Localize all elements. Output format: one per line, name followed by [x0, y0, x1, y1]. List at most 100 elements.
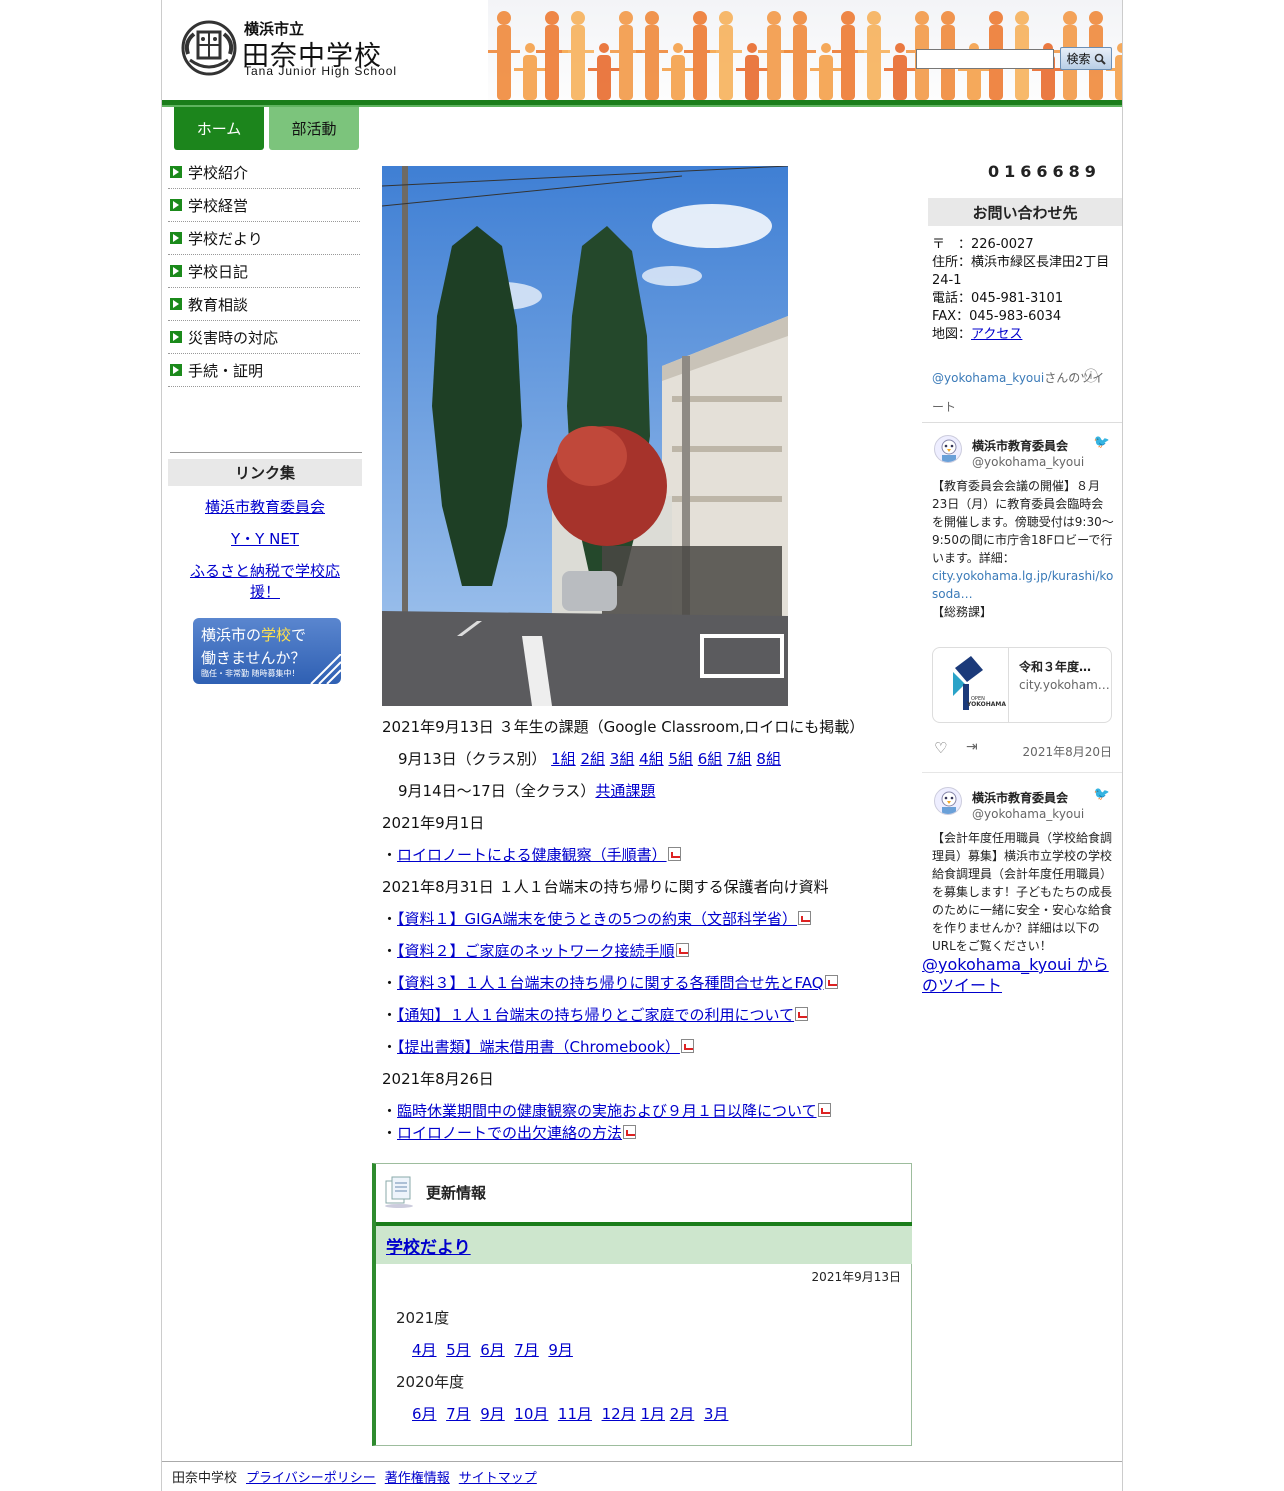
class-link-5[interactable]: 5組: [668, 750, 693, 768]
tweet-author[interactable]: 横浜市教育委員会: [972, 437, 1068, 454]
person-silhouette: [488, 11, 520, 100]
sidebar-item-label: 学校紹介: [188, 163, 249, 182]
months-2021: 4月 5月 6月 7月 9月: [412, 1340, 573, 1360]
doc-link-health-check[interactable]: ロイロノートによる健康観察（手順書）: [397, 846, 667, 864]
person-silhouette: [758, 11, 790, 100]
month-link[interactable]: 12月: [602, 1405, 636, 1423]
month-link[interactable]: 7月: [514, 1341, 539, 1359]
person-silhouette: [684, 11, 716, 100]
class-link-8[interactable]: 8組: [756, 750, 781, 768]
twitter-timeline-heading[interactable]: @yokohama_kyouiさんのツイート ⓘ: [932, 362, 1112, 420]
doc-link-faq[interactable]: 【資料３】１人１台端末の持ち帰りに関する各種問合せ先とFAQ: [397, 974, 824, 992]
sidebar-item-school-intro[interactable]: 学校紹介: [168, 156, 360, 189]
month-link[interactable]: 6月: [412, 1405, 437, 1423]
month-link[interactable]: 9月: [548, 1341, 573, 1359]
avatar[interactable]: [934, 435, 962, 463]
class-link-6[interactable]: 6組: [698, 750, 723, 768]
doc-link-network[interactable]: 【資料２】ご家庭のネットワーク接続手順: [397, 942, 675, 960]
visitor-counter: 0166689: [988, 162, 1101, 181]
arrow-right-icon: [170, 331, 182, 343]
doc-link-closure[interactable]: 臨時休業期間中の健康観察の実施および９月１日以降について: [397, 1102, 817, 1120]
pdf-icon: [824, 975, 838, 989]
tab-club-activities[interactable]: 部活動: [269, 107, 359, 150]
tweet-text: 【会計年度任用職員（学校給食調理員）募集】横浜市立学校の学校給食調理員（会計年度…: [932, 831, 1113, 953]
class-link-2[interactable]: 2組: [580, 750, 605, 768]
tweet-handle[interactable]: @yokohama_kyoui: [972, 455, 1084, 469]
tweet-handle[interactable]: @yokohama_kyoui: [972, 807, 1084, 821]
stripe-decoration: [310, 654, 341, 684]
recruit-banner[interactable]: 横浜市の学校で 働きませんか？ 臨任・非常勤 随時募集中！: [193, 618, 341, 684]
class-link-4[interactable]: 4組: [639, 750, 664, 768]
person-silhouette: [610, 11, 642, 100]
month-link[interactable]: 7月: [446, 1405, 471, 1423]
tweet[interactable]: 横浜市教育委員会 @yokohama_kyoui 🐦 【会計年度任用職員（学校給…: [922, 775, 1122, 954]
date-heading: 2021年8月31日 １人１台端末の持ち帰りに関する保護者向け資料: [382, 878, 829, 896]
sidebar-item-label: 教育相談: [188, 295, 249, 314]
sidebar-item-procedures[interactable]: 手続・証明: [168, 354, 360, 387]
search-input[interactable]: [916, 49, 1054, 69]
search-button[interactable]: 検索: [1060, 47, 1112, 70]
link-furusato-tax[interactable]: ふるさと納税で学校応援！: [168, 561, 362, 603]
doc-link-attendance[interactable]: ロイロノートでの出欠連絡の方法: [397, 1124, 622, 1142]
doc-link-loan[interactable]: 【提出書類】端末借用書（Chromebook）: [397, 1038, 680, 1056]
class-assignments-line: 9月13日（クラス別） 1組 2組 3組 4組 5組 6組 7組 8組: [398, 750, 781, 768]
tweet-author[interactable]: 横浜市教育委員会: [972, 789, 1068, 806]
share-icon[interactable]: ⇥: [966, 739, 978, 755]
common-assignment-link[interactable]: 共通課題: [595, 782, 655, 800]
avatar[interactable]: [934, 787, 962, 815]
twitter-footer-link[interactable]: @yokohama_kyoui からのツイート: [922, 954, 1122, 996]
month-link[interactable]: 11月: [558, 1405, 592, 1423]
month-link[interactable]: 2月: [670, 1405, 695, 1423]
sidebar-item-label: 手続・証明: [188, 361, 264, 380]
heart-icon[interactable]: ♡: [934, 739, 947, 757]
footer-school-name: 田奈中学校: [172, 1471, 238, 1486]
access-link[interactable]: アクセス: [971, 327, 1022, 342]
month-link[interactable]: 1月: [640, 1405, 665, 1423]
update-title: 更新情報: [426, 1183, 487, 1202]
sidebar-item-counseling[interactable]: 教育相談: [168, 288, 360, 321]
month-link[interactable]: 5月: [446, 1341, 471, 1359]
page: 横浜市立 田奈中学校 Tana Junior High School 検索 ホー…: [161, 0, 1123, 1491]
person-silhouette: [784, 11, 816, 100]
newsletter-link[interactable]: 学校だより: [386, 1233, 471, 1258]
tweet-date[interactable]: 2021年8月20日: [1023, 743, 1112, 760]
month-link[interactable]: 3月: [704, 1405, 729, 1423]
twitter-handle: @yokohama_kyoui: [932, 371, 1045, 385]
school-logo[interactable]: 横浜市立 田奈中学校 Tana Junior High School: [180, 18, 400, 78]
sidebar-item-disaster[interactable]: 災害時の対応: [168, 321, 360, 354]
common-assignment-line: 9月14日～17日（全クラス）共通課題: [398, 782, 656, 800]
months-2020: 6月 7月 9月 10月 11月 12月 1月 2月 3月: [412, 1404, 728, 1424]
link-yokohama-board[interactable]: 横浜市教育委員会: [168, 497, 362, 518]
contact-map: 地図：アクセス: [932, 327, 1023, 342]
month-link[interactable]: 6月: [480, 1341, 505, 1359]
twitter-bird-icon[interactable]: 🐦: [1094, 435, 1110, 450]
doc-link-notice[interactable]: 【通知】１人１台端末の持ち帰りとご家庭での利用について: [397, 1006, 794, 1024]
tab-home[interactable]: ホーム: [174, 107, 264, 150]
copyright-link[interactable]: 著作権情報: [385, 1467, 450, 1486]
class-link-3[interactable]: 3組: [610, 750, 635, 768]
doc-link-giga-promise[interactable]: 【資料１】GIGA端末を使うときの5つの約束（文部科学省）: [397, 910, 797, 928]
update-subheader: 学校だより: [376, 1226, 912, 1264]
class-link-1[interactable]: 1組: [551, 750, 576, 768]
month-link[interactable]: 9月: [480, 1405, 505, 1423]
documents-icon: [385, 1176, 413, 1208]
tweet-link-card[interactable]: OPEN YOKOHAMA 令和３年度… city.yokoham…: [932, 647, 1112, 723]
class-link-7[interactable]: 7組: [727, 750, 752, 768]
sidebar-item-school-newsletter[interactable]: 学校だより: [168, 222, 360, 255]
pdf-icon: [795, 1007, 809, 1021]
twitter-bird-icon[interactable]: 🐦: [1094, 787, 1110, 802]
sidebar-item-school-diary[interactable]: 学校日記: [168, 255, 360, 288]
link-yy-net[interactable]: Y・Y NET: [168, 529, 362, 550]
date-heading: 2021年9月1日: [382, 814, 485, 832]
tweet-link[interactable]: city.yokohama.lg.jp/kurashi/kosoda…: [932, 569, 1113, 601]
sidebar-item-school-management[interactable]: 学校経営: [168, 189, 360, 222]
privacy-policy-link[interactable]: プライバシーポリシー: [246, 1467, 376, 1486]
info-icon[interactable]: ⓘ: [1084, 364, 1098, 390]
sitemap-link[interactable]: サイトマップ: [459, 1467, 537, 1486]
recruit-line2: 働きませんか？: [201, 649, 306, 667]
twitter-feed[interactable]: 横浜市教育委員会 @yokohama_kyoui 🐦 【教育委員会会議の開催】８…: [922, 422, 1122, 954]
tweet[interactable]: 横浜市教育委員会 @yokohama_kyoui 🐦 【教育委員会会議の開催】８…: [922, 423, 1122, 773]
month-link[interactable]: 4月: [412, 1341, 437, 1359]
month-link[interactable]: 10月: [514, 1405, 548, 1423]
doc-line: ・【通知】１人１台端末の持ち帰りとご家庭での利用について: [382, 1005, 809, 1025]
